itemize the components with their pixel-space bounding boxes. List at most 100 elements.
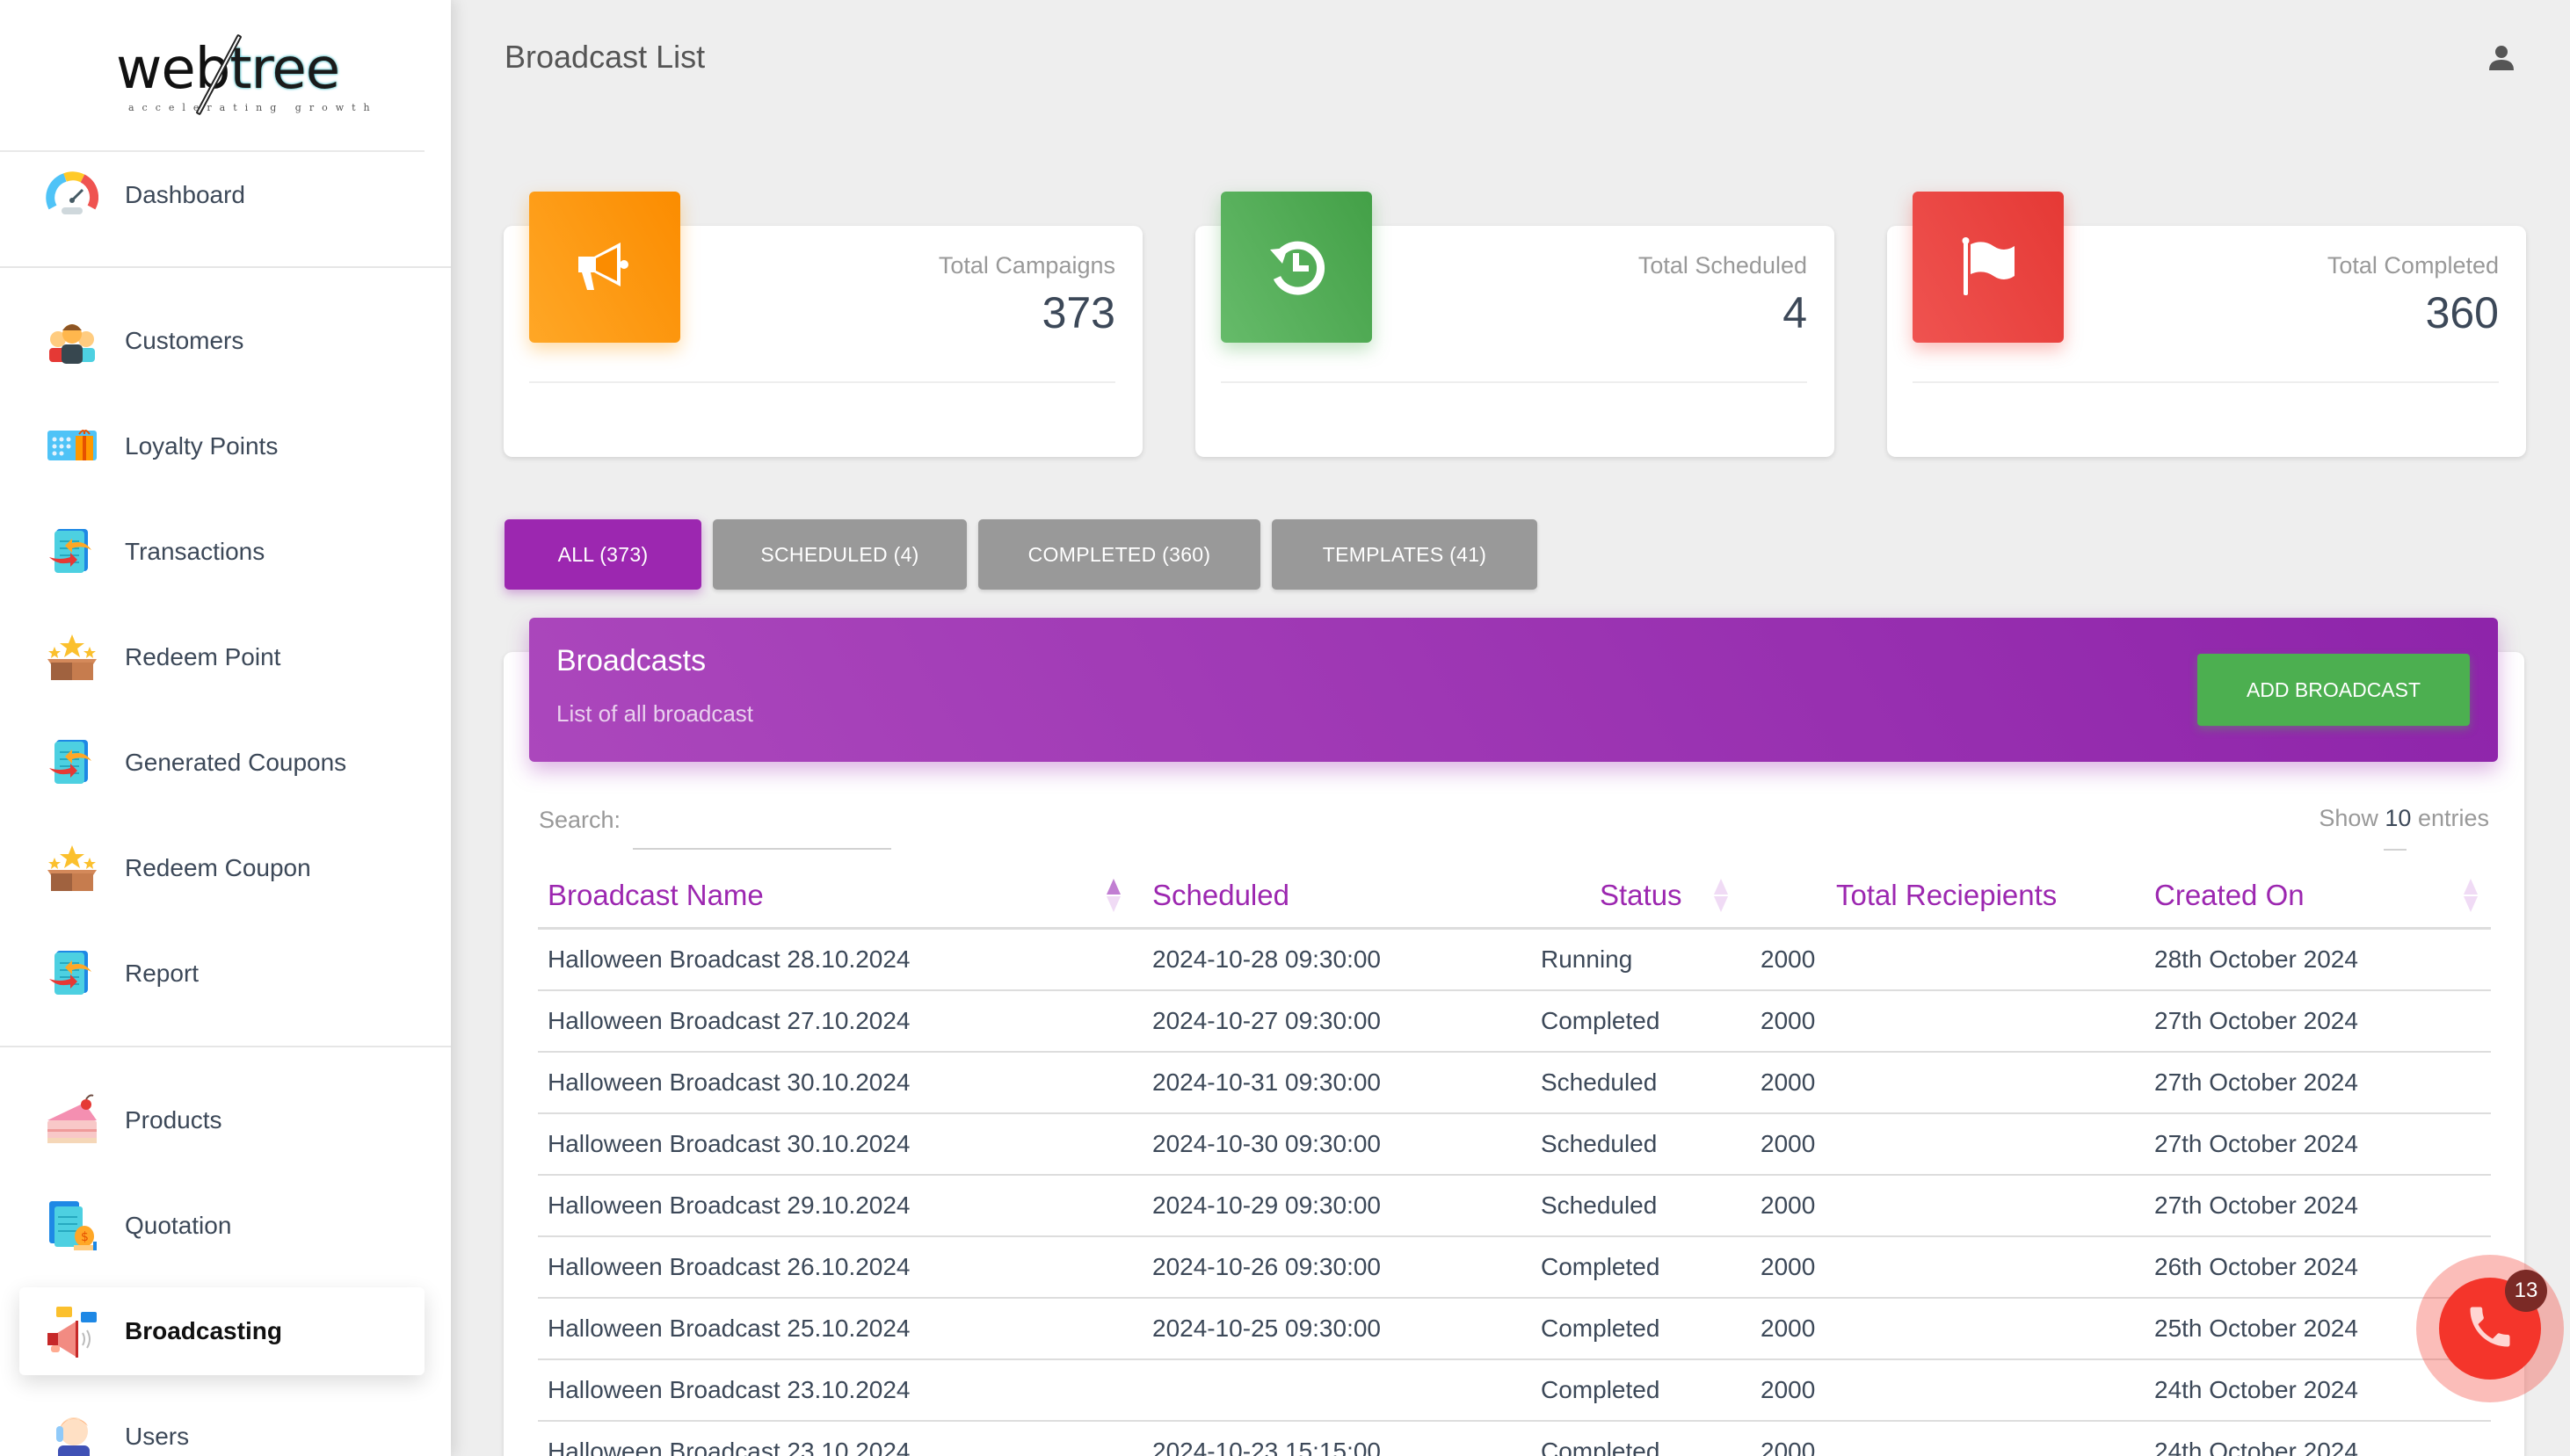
sidebar-item-loyalty-points[interactable]: Loyalty Points bbox=[19, 402, 425, 490]
megaphone-icon bbox=[529, 192, 680, 343]
transactions-icon bbox=[44, 524, 100, 580]
sidebar-item-label: Redeem Coupon bbox=[125, 854, 311, 881]
column-header-total-recipients[interactable]: Total Reciepients bbox=[1836, 879, 2057, 912]
sidebar-item-label: Users bbox=[125, 1423, 190, 1450]
table-row[interactable]: Halloween Broadcast 27.10.2024 2024-10-27… bbox=[538, 991, 2491, 1053]
divider bbox=[0, 1046, 451, 1047]
cell-status: Completed bbox=[1541, 1438, 1660, 1456]
sidebar-item-transactions[interactable]: Transactions bbox=[19, 508, 425, 596]
entries-select-underline bbox=[2384, 849, 2407, 851]
cell-total-recipients: 2000 bbox=[1761, 1438, 1816, 1456]
column-header-status[interactable]: Status bbox=[1600, 879, 1682, 912]
svg-text:$: $ bbox=[81, 1230, 89, 1244]
table-row[interactable]: Halloween Broadcast 23.10.2024 Completed 2… bbox=[538, 1360, 2491, 1422]
sidebar-item-redeem-point[interactable]: Redeem Point bbox=[19, 613, 425, 701]
cell-status: Completed bbox=[1541, 1007, 1660, 1034]
brand-name-part1: web bbox=[116, 37, 230, 102]
cake-icon bbox=[44, 1092, 100, 1148]
cell-created-on: 27th October 2024 bbox=[2154, 1192, 2358, 1219]
table-row[interactable]: Halloween Broadcast 29.10.2024 2024-10-29… bbox=[538, 1176, 2491, 1237]
sidebar-item-label: Customers bbox=[125, 327, 244, 354]
sidebar-item-label: Quotation bbox=[125, 1212, 232, 1239]
table-row[interactable]: Halloween Broadcast 28.10.2024 2024-10-28… bbox=[538, 930, 2491, 991]
cell-total-recipients: 2000 bbox=[1761, 1130, 1816, 1157]
cell-created-on: 26th October 2024 bbox=[2154, 1253, 2358, 1280]
sidebar-item-dashboard[interactable]: Dashboard bbox=[19, 151, 425, 239]
column-header-created-on[interactable]: Created On bbox=[2154, 879, 2305, 912]
phone-icon bbox=[2464, 1300, 2516, 1358]
sidebar-item-users[interactable]: Users bbox=[19, 1393, 425, 1456]
sidebar-item-label: Transactions bbox=[125, 538, 265, 565]
sidebar-item-label: Generated Coupons bbox=[125, 749, 347, 776]
transactions-icon bbox=[44, 945, 100, 1002]
divider bbox=[1221, 381, 1807, 383]
sort-icon[interactable] bbox=[1714, 879, 1728, 912]
column-header-scheduled[interactable]: Scheduled bbox=[1152, 879, 1289, 912]
tab-completed[interactable]: COMPLETED (360) bbox=[978, 519, 1260, 590]
cell-scheduled: 2024-10-31 09:30:00 bbox=[1152, 1068, 1381, 1096]
sidebar-item-broadcasting[interactable]: Broadcasting bbox=[19, 1287, 425, 1375]
cell-broadcast-name: Halloween Broadcast 26.10.2024 bbox=[548, 1253, 911, 1280]
cell-created-on: 27th October 2024 bbox=[2154, 1130, 2358, 1157]
tab-all[interactable]: ALL (373) bbox=[505, 519, 701, 590]
sidebar-item-generated-coupons[interactable]: Generated Coupons bbox=[19, 719, 425, 807]
divider bbox=[0, 266, 451, 268]
tab-scheduled[interactable]: SCHEDULED (4) bbox=[713, 519, 967, 590]
sidebar-item-redeem-coupon[interactable]: Redeem Coupon bbox=[19, 824, 425, 912]
sidebar-item-label: Loyalty Points bbox=[125, 432, 279, 460]
divider bbox=[1913, 381, 2499, 383]
transactions-icon bbox=[44, 735, 100, 791]
cell-created-on: 24th October 2024 bbox=[2154, 1438, 2358, 1456]
cell-status: Completed bbox=[1541, 1253, 1660, 1280]
add-broadcast-button[interactable]: ADD BROADCAST bbox=[2197, 654, 2470, 726]
sort-icon[interactable] bbox=[2464, 879, 2478, 912]
card-subtitle: List of all broadcast bbox=[556, 700, 754, 727]
cell-created-on: 25th October 2024 bbox=[2154, 1315, 2358, 1342]
stat-value: 373 bbox=[1042, 288, 1115, 337]
table-row[interactable]: Halloween Broadcast 30.10.2024 2024-10-30… bbox=[538, 1114, 2491, 1176]
entries-per-page-select[interactable]: 10 bbox=[2385, 805, 2411, 831]
cell-status: Scheduled bbox=[1541, 1068, 1658, 1096]
tab-templates[interactable]: TEMPLATES (41) bbox=[1272, 519, 1537, 590]
sidebar: webtree accelerating growth Dashboard Cu… bbox=[0, 0, 451, 1456]
cell-total-recipients: 2000 bbox=[1761, 1315, 1816, 1342]
column-header-broadcast-name[interactable]: Broadcast Name bbox=[548, 879, 764, 912]
table-row[interactable]: Halloween Broadcast 26.10.2024 2024-10-26… bbox=[538, 1237, 2491, 1299]
cell-total-recipients: 2000 bbox=[1761, 1376, 1816, 1403]
speedometer-icon bbox=[44, 167, 100, 223]
star-box-icon bbox=[44, 840, 100, 896]
sidebar-item-quotation[interactable]: $ Quotation bbox=[19, 1182, 425, 1270]
sort-ascending-icon[interactable] bbox=[1107, 879, 1121, 912]
cell-status: Scheduled bbox=[1541, 1130, 1658, 1157]
stat-label: Total Completed bbox=[2327, 252, 2499, 279]
show-entries-suffix: entries bbox=[2417, 805, 2489, 831]
cell-created-on: 27th October 2024 bbox=[2154, 1068, 2358, 1096]
sidebar-item-report[interactable]: Report bbox=[19, 930, 425, 1018]
page-title: Broadcast List bbox=[505, 39, 706, 75]
cell-broadcast-name: Halloween Broadcast 23.10.2024 bbox=[548, 1438, 911, 1456]
brand-logo[interactable]: webtree accelerating growth bbox=[0, 0, 451, 151]
cell-broadcast-name: Halloween Broadcast 30.10.2024 bbox=[548, 1068, 911, 1096]
cell-scheduled: 2024-10-23 15:15:00 bbox=[1152, 1438, 1381, 1456]
megaphone-icon bbox=[44, 1303, 100, 1359]
cell-broadcast-name: Halloween Broadcast 29.10.2024 bbox=[548, 1192, 911, 1219]
sidebar-item-customers[interactable]: Customers bbox=[19, 297, 425, 385]
table-row[interactable]: Halloween Broadcast 23.10.2024 2024-10-23… bbox=[538, 1422, 2491, 1456]
cell-status: Running bbox=[1541, 945, 1633, 973]
search-input[interactable] bbox=[633, 804, 891, 850]
table-row[interactable]: Halloween Broadcast 25.10.2024 2024-10-25… bbox=[538, 1299, 2491, 1360]
cell-status: Completed bbox=[1541, 1315, 1660, 1342]
broadcasts-card-header: Broadcasts List of all broadcast ADD BRO… bbox=[529, 618, 2498, 762]
cell-broadcast-name: Halloween Broadcast 25.10.2024 bbox=[548, 1315, 911, 1342]
stat-label: Total Scheduled bbox=[1637, 252, 1807, 279]
cell-created-on: 27th October 2024 bbox=[2154, 1007, 2358, 1034]
sidebar-item-label: Redeem Point bbox=[125, 643, 281, 670]
table-row[interactable]: Halloween Broadcast 30.10.2024 2024-10-31… bbox=[538, 1053, 2491, 1114]
flag-icon bbox=[1913, 192, 2064, 343]
account-icon[interactable] bbox=[2488, 44, 2515, 70]
cell-scheduled: 2024-10-26 09:30:00 bbox=[1152, 1253, 1381, 1280]
user-support-icon bbox=[44, 1409, 100, 1456]
gift-card-icon bbox=[44, 418, 100, 474]
stat-card-total-scheduled: Total Scheduled 4 bbox=[1195, 192, 1834, 457]
sidebar-item-products[interactable]: Products bbox=[19, 1076, 425, 1164]
